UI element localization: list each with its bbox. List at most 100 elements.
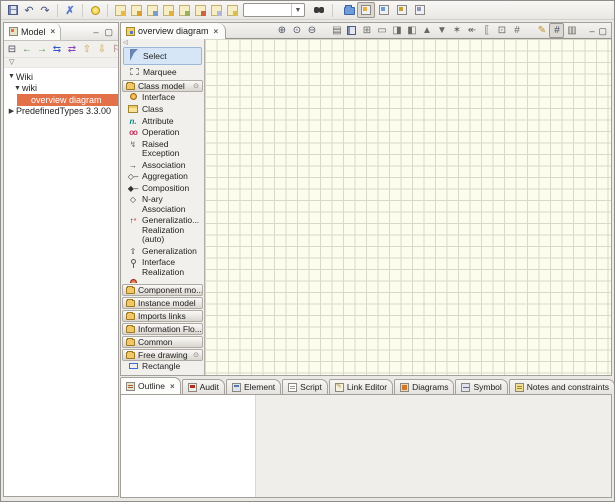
clipped-toolbar-icon[interactable]: ⚐	[111, 43, 118, 56]
minimize-button[interactable]: –	[93, 28, 98, 36]
create-element-icon-7[interactable]	[211, 5, 222, 16]
tab-element[interactable]: Element	[226, 379, 281, 394]
palette-item-attribute[interactable]: n. Attribute	[121, 116, 204, 128]
perspective-button-2[interactable]	[375, 2, 393, 18]
outline-view-content[interactable]	[121, 395, 256, 497]
related-elements-icon[interactable]: ⇆	[51, 43, 63, 56]
tab-audit[interactable]: Audit	[182, 379, 225, 394]
close-icon[interactable]: ×	[49, 27, 56, 36]
palette-item-composition[interactable]: ◆– Composition	[121, 183, 204, 195]
tree-item-wiki-project[interactable]: ▼ Wiki	[4, 71, 118, 83]
palette-item-raised-exception[interactable]: ↯ Raised Exception	[121, 139, 204, 160]
palette-item-generalization[interactable]: ⇧ Generalization	[121, 246, 204, 258]
tab-script[interactable]: Script	[282, 379, 328, 394]
palette-collapse-icon[interactable]: ◁	[121, 39, 204, 47]
tree-item-predefined-types[interactable]: ▶ PredefinedTypes 3.3.00	[4, 106, 118, 118]
drawer-component-model[interactable]: Component mo...	[122, 284, 203, 296]
drawer-pin-icon[interactable]: ⊙	[193, 82, 199, 90]
maximize-button[interactable]: ▢	[104, 28, 113, 36]
unmask-icon[interactable]: ↞	[464, 23, 479, 38]
palette-item-nary-association[interactable]: ◇ N-ary Association	[121, 194, 204, 215]
expander-expanded-icon[interactable]: ▼	[7, 73, 16, 80]
palette-item-operation[interactable]: oo Operation	[121, 127, 204, 139]
palette-item-ellipse[interactable]: Ellipse	[121, 373, 204, 376]
open-perspective-button[interactable]	[341, 2, 357, 18]
drawer-imports-links[interactable]: Imports links	[122, 310, 203, 322]
perspective-button-4[interactable]	[411, 2, 429, 18]
tree-item-overview-diagram[interactable]: overview diagram	[4, 94, 118, 106]
auto-layout-icon[interactable]: ✶	[449, 23, 464, 38]
palette-item-class[interactable]: Class	[121, 104, 204, 116]
drawer-pin-icon[interactable]: ⊙	[193, 351, 199, 359]
tab-overview-diagram[interactable]: overview diagram ×	[121, 23, 226, 39]
hash-grid-icon[interactable]: #	[509, 23, 524, 38]
configure-button[interactable]: ✗	[62, 2, 78, 18]
create-element-icon-5[interactable]	[179, 5, 190, 16]
palette-tool-marquee[interactable]: Marquee	[123, 65, 202, 79]
perspective-button-3[interactable]	[393, 2, 411, 18]
export-image-icon[interactable]: ⊞	[359, 23, 374, 38]
expander-expanded-icon[interactable]: ▼	[13, 85, 22, 92]
find-button[interactable]	[308, 2, 324, 18]
paste-style-icon[interactable]: ◨	[389, 23, 404, 38]
zoom-100-icon[interactable]: ⊙	[289, 23, 304, 38]
palette-item-interface-realization[interactable]: Interface Realization	[121, 257, 204, 278]
tab-diagrams[interactable]: Diagrams	[394, 379, 454, 394]
close-icon[interactable]: ×	[168, 382, 175, 391]
create-element-icon-4[interactable]	[163, 5, 174, 16]
tab-symbol[interactable]: Symbol	[455, 379, 507, 394]
related-links-icon[interactable]: ⇄	[66, 43, 78, 56]
create-element-icon-6[interactable]	[195, 5, 206, 16]
tab-notes-and-constraints[interactable]: Notes and constraints	[509, 379, 615, 394]
show-columns-icon[interactable]: ▥	[564, 23, 579, 38]
undo-button[interactable]: ↶	[21, 2, 37, 18]
palette-item-interface[interactable]: Interface	[121, 92, 204, 104]
view-menu-button[interactable]: ▽	[4, 58, 118, 68]
zoom-in-icon[interactable]: ⊕	[274, 23, 289, 38]
collapse-all-icon[interactable]: ⊟	[6, 43, 18, 56]
drawer-class-model[interactable]: Class model ⊙	[122, 80, 203, 92]
palette-tool-select[interactable]: Select	[123, 47, 202, 65]
drawer-instance-model[interactable]: Instance model	[122, 297, 203, 309]
redo-button[interactable]: ↷	[37, 2, 53, 18]
move-up-icon[interactable]: ⇧	[81, 43, 93, 56]
move-down-icon[interactable]: ⇩	[96, 43, 108, 56]
fit-selection-icon[interactable]: ▭	[374, 23, 389, 38]
tree-item-wiki-package[interactable]: ▼ wiki	[4, 83, 118, 95]
combo-dropdown-button[interactable]: ▼	[291, 4, 304, 16]
expander-collapsed-icon[interactable]: ▶	[7, 107, 16, 115]
palette-item-association[interactable]: → Association	[121, 160, 204, 172]
save-button[interactable]	[5, 2, 21, 18]
tab-outline[interactable]: Outline ×	[120, 377, 181, 394]
create-element-icon-8[interactable]	[227, 5, 238, 16]
search-combo[interactable]: ▼	[243, 3, 305, 17]
palette-item-aggregation[interactable]: ◇– Aggregation	[121, 171, 204, 183]
minimize-button[interactable]: –	[589, 27, 594, 35]
print-icon[interactable]: ▤	[329, 23, 344, 38]
palette-item-generalization-realization-auto[interactable]: ↑* Generalizatio... Realization (auto)	[121, 215, 204, 246]
selected-tree-item[interactable]: overview diagram	[17, 94, 118, 106]
palette-item-rectangle[interactable]: Rectangle	[121, 361, 204, 373]
close-icon[interactable]: ×	[212, 27, 219, 36]
drawer-free-drawing[interactable]: Free drawing ⊙	[122, 349, 203, 361]
diagram-canvas[interactable]	[205, 39, 611, 375]
tab-model[interactable]: Model ×	[4, 23, 61, 40]
tip-button[interactable]	[87, 2, 103, 18]
page-bounds-icon[interactable]: ⟦	[479, 23, 494, 38]
save-diagram-icon[interactable]	[344, 23, 359, 38]
drawer-information-flows[interactable]: Information Flo...	[122, 323, 203, 335]
grid-box-icon[interactable]: ⊡	[494, 23, 509, 38]
align-left-icon[interactable]: ◧	[404, 23, 419, 38]
move-up-layer-icon[interactable]: ▲	[419, 23, 434, 38]
maximize-button[interactable]: ▢	[598, 27, 607, 35]
perspective-button-modeling[interactable]	[357, 2, 375, 18]
snap-to-grid-icon[interactable]: #	[549, 23, 564, 38]
tab-link-editor[interactable]: Link Editor	[329, 379, 393, 394]
drawer-common[interactable]: Common	[122, 336, 203, 348]
palette-item-clipped[interactable]	[121, 278, 204, 283]
create-element-icon-1[interactable]	[115, 5, 126, 16]
nav-back-icon[interactable]: ←	[21, 43, 33, 56]
free-note-icon[interactable]: ✎	[534, 23, 549, 38]
create-element-icon-3[interactable]	[147, 5, 158, 16]
create-element-icon-2[interactable]	[131, 5, 142, 16]
